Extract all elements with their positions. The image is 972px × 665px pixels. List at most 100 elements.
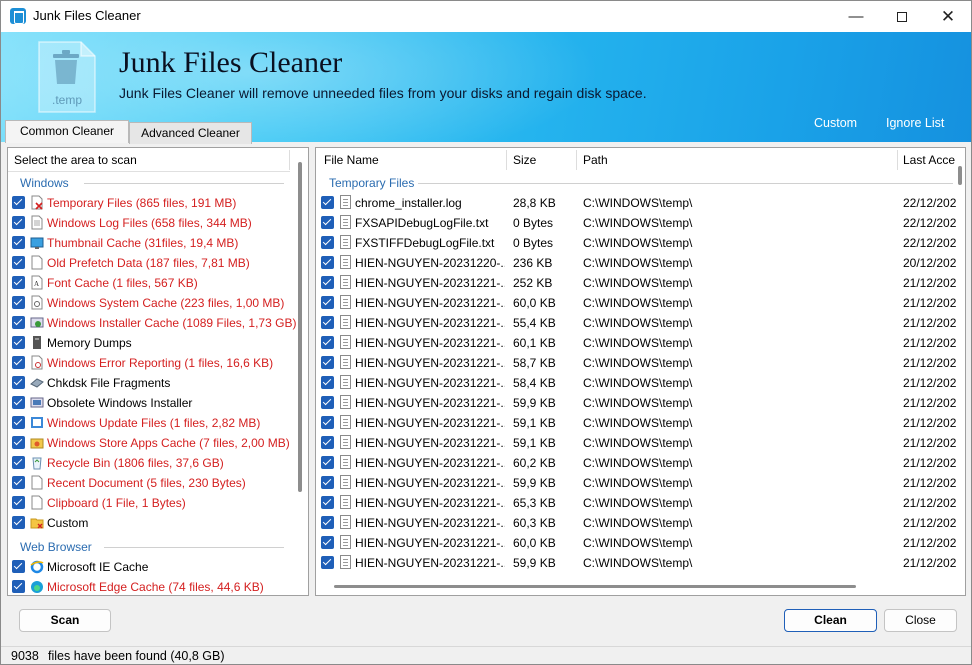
checkbox[interactable]	[321, 256, 334, 269]
scan-item-font-cache[interactable]: A Font Cache (1 files, 567 KB)	[12, 273, 292, 293]
scan-item-windows-store-apps-cache[interactable]: Windows Store Apps Cache (7 files, 2,00 …	[12, 433, 292, 453]
file-row[interactable]: HIEN-NGUYEN-20231221-... 58,4 KB C:\WINDOW…	[316, 373, 956, 393]
checkbox[interactable]	[12, 316, 25, 329]
scan-item-windows-installer-cache[interactable]: Windows Installer Cache (1089 Files, 1,7…	[12, 313, 296, 333]
scan-item-windows-error-reporting[interactable]: Windows Error Reporting (1 files, 16,6 K…	[12, 353, 292, 373]
file-last-access: 21/12/202	[903, 396, 957, 410]
file-row[interactable]: HIEN-NGUYEN-20231221-... 55,4 KB C:\WINDOW…	[316, 313, 956, 333]
scan-item-windows-update-files[interactable]: Windows Update Files (1 files, 2,82 MB)	[12, 413, 292, 433]
checkbox[interactable]	[321, 196, 334, 209]
checkbox[interactable]	[321, 236, 334, 249]
checkbox[interactable]	[12, 256, 25, 269]
checkbox[interactable]	[321, 516, 334, 529]
scan-item-recycle-bin[interactable]: Recycle Bin (1806 files, 37,6 GB)	[12, 453, 292, 473]
file-size: 60,2 KB	[513, 456, 556, 470]
scan-item-thumbnail-cache[interactable]: Thumbnail Cache (31files, 19,4 MB)	[12, 233, 292, 253]
tab-common-cleaner[interactable]: Common Cleaner	[5, 120, 129, 143]
checkbox[interactable]	[321, 296, 334, 309]
close-window-button[interactable]: ✕	[925, 1, 971, 32]
file-row[interactable]: HIEN-NGUYEN-20231221-... 59,9 KB C:\WINDOW…	[316, 473, 956, 493]
checkbox[interactable]	[321, 456, 334, 469]
file-row[interactable]: HIEN-NGUYEN-20231221-... 60,1 KB C:\WINDOW…	[316, 333, 956, 353]
checkbox[interactable]	[12, 416, 25, 429]
column-header-size[interactable]: Size	[513, 148, 536, 172]
file-row[interactable]: HIEN-NGUYEN-20231221-... 65,3 KB C:\WINDOW…	[316, 493, 956, 513]
checkbox[interactable]	[12, 276, 25, 289]
scan-item-recent-document[interactable]: Recent Document (5 files, 230 Bytes)	[12, 473, 292, 493]
file-list-vertical-scrollbar[interactable]	[958, 166, 962, 185]
file-row[interactable]: chrome_installer.log 28,8 KB C:\WINDOWS\te…	[316, 193, 956, 213]
checkbox[interactable]	[321, 336, 334, 349]
checkbox[interactable]	[321, 416, 334, 429]
file-row[interactable]: HIEN-NGUYEN-20231221-... 59,1 KB C:\WINDOW…	[316, 433, 956, 453]
file-row[interactable]: HIEN-NGUYEN-20231221-... 60,2 KB C:\WINDOW…	[316, 453, 956, 473]
checkbox[interactable]	[321, 536, 334, 549]
file-row[interactable]: FXSTIFFDebugLogFile.txt 0 Bytes C:\WINDOWS…	[316, 233, 956, 253]
log-file-icon	[31, 215, 43, 230]
file-row[interactable]: HIEN-NGUYEN-20231221-... 60,0 KB C:\WINDOW…	[316, 533, 956, 553]
checkbox[interactable]	[12, 336, 25, 349]
scan-item-chkdsk-file-fragments[interactable]: Chkdsk File Fragments	[12, 373, 292, 393]
file-row[interactable]: HIEN-NGUYEN-20231221-... 59,9 KB C:\WINDOW…	[316, 553, 956, 573]
file-row[interactable]: HIEN-NGUYEN-20231221-... 59,1 KB C:\WINDOW…	[316, 413, 956, 433]
checkbox[interactable]	[12, 436, 25, 449]
file-row[interactable]: HIEN-NGUYEN-20231221-... 58,7 KB C:\WINDOW…	[316, 353, 956, 373]
checkbox[interactable]	[12, 296, 25, 309]
checkbox[interactable]	[12, 236, 25, 249]
checkbox[interactable]	[321, 436, 334, 449]
file-row[interactable]: HIEN-NGUYEN-20231221-... 252 KB C:\WINDOWS…	[316, 273, 956, 293]
scan-item-clipboard[interactable]: Clipboard (1 File, 1 Bytes)	[12, 493, 292, 513]
checkbox[interactable]	[321, 396, 334, 409]
checkbox[interactable]	[12, 516, 25, 529]
file-path: C:\WINDOWS\temp\	[583, 276, 693, 290]
close-button[interactable]: Close	[884, 609, 957, 632]
checkbox[interactable]	[321, 356, 334, 369]
checkbox[interactable]	[12, 356, 25, 369]
column-header-file-name[interactable]: File Name	[324, 148, 379, 172]
clean-button[interactable]: Clean	[784, 609, 877, 632]
scan-button[interactable]: Scan	[19, 609, 111, 632]
tab-advanced-cleaner[interactable]: Advanced Cleaner	[129, 122, 252, 144]
file-row[interactable]: HIEN-NGUYEN-20231221-... 59,9 KB C:\WINDOW…	[316, 393, 956, 413]
checkbox[interactable]	[12, 560, 25, 573]
scan-item-obsolete-windows-installer[interactable]: Obsolete Windows Installer	[12, 393, 292, 413]
scan-item-microsoft-edge-cache[interactable]: Microsoft Edge Cache (74 files, 44,6 KB)	[12, 577, 292, 595]
checkbox[interactable]	[12, 456, 25, 469]
custom-link[interactable]: Custom	[814, 116, 857, 130]
checkbox[interactable]	[321, 496, 334, 509]
file-name: HIEN-NGUYEN-20231221-...	[355, 536, 505, 550]
checkbox[interactable]	[321, 376, 334, 389]
scan-item-windows-log-files[interactable]: Windows Log Files (658 files, 344 MB)	[12, 213, 292, 233]
checkbox[interactable]	[12, 196, 25, 209]
maximize-button[interactable]	[879, 1, 925, 32]
checkbox[interactable]	[12, 396, 25, 409]
file-row[interactable]: HIEN-NGUYEN-20231220-... 236 KB C:\WINDOWS…	[316, 253, 956, 273]
checkbox[interactable]	[321, 216, 334, 229]
file-last-access: 22/12/202	[903, 236, 957, 250]
checkbox[interactable]	[12, 496, 25, 509]
file-row[interactable]: HIEN-NGUYEN-20231221-... 60,0 KB C:\WINDOW…	[316, 293, 956, 313]
left-scrollbar[interactable]	[298, 162, 302, 492]
scan-item-windows-system-cache[interactable]: Windows System Cache (223 files, 1,00 MB…	[12, 293, 292, 313]
scan-item-microsoft-ie-cache[interactable]: Microsoft IE Cache	[12, 557, 292, 577]
scan-item-old-prefetch-data[interactable]: Old Prefetch Data (187 files, 7,81 MB)	[12, 253, 292, 273]
minimize-button[interactable]: —	[833, 1, 879, 32]
ignore-list-link[interactable]: Ignore List	[886, 116, 944, 130]
scan-item-temporary-files[interactable]: Temporary Files (865 files, 191 MB)	[12, 193, 292, 213]
column-header-last-access[interactable]: Last Acce	[903, 148, 955, 172]
checkbox[interactable]	[12, 580, 25, 593]
file-name: HIEN-NGUYEN-20231221-...	[355, 276, 505, 290]
file-list-horizontal-scrollbar[interactable]	[334, 585, 856, 588]
checkbox[interactable]	[12, 216, 25, 229]
file-row[interactable]: HIEN-NGUYEN-20231221-... 60,3 KB C:\WINDOW…	[316, 513, 956, 533]
column-header-path[interactable]: Path	[583, 148, 608, 172]
checkbox[interactable]	[321, 556, 334, 569]
checkbox[interactable]	[12, 376, 25, 389]
checkbox[interactable]	[321, 276, 334, 289]
checkbox[interactable]	[321, 476, 334, 489]
scan-item-memory-dumps[interactable]: Memory Dumps	[12, 333, 292, 353]
file-row[interactable]: FXSAPIDebugLogFile.txt 0 Bytes C:\WINDOWS\…	[316, 213, 956, 233]
checkbox[interactable]	[12, 476, 25, 489]
checkbox[interactable]	[321, 316, 334, 329]
scan-item-custom[interactable]: Custom	[12, 513, 292, 533]
